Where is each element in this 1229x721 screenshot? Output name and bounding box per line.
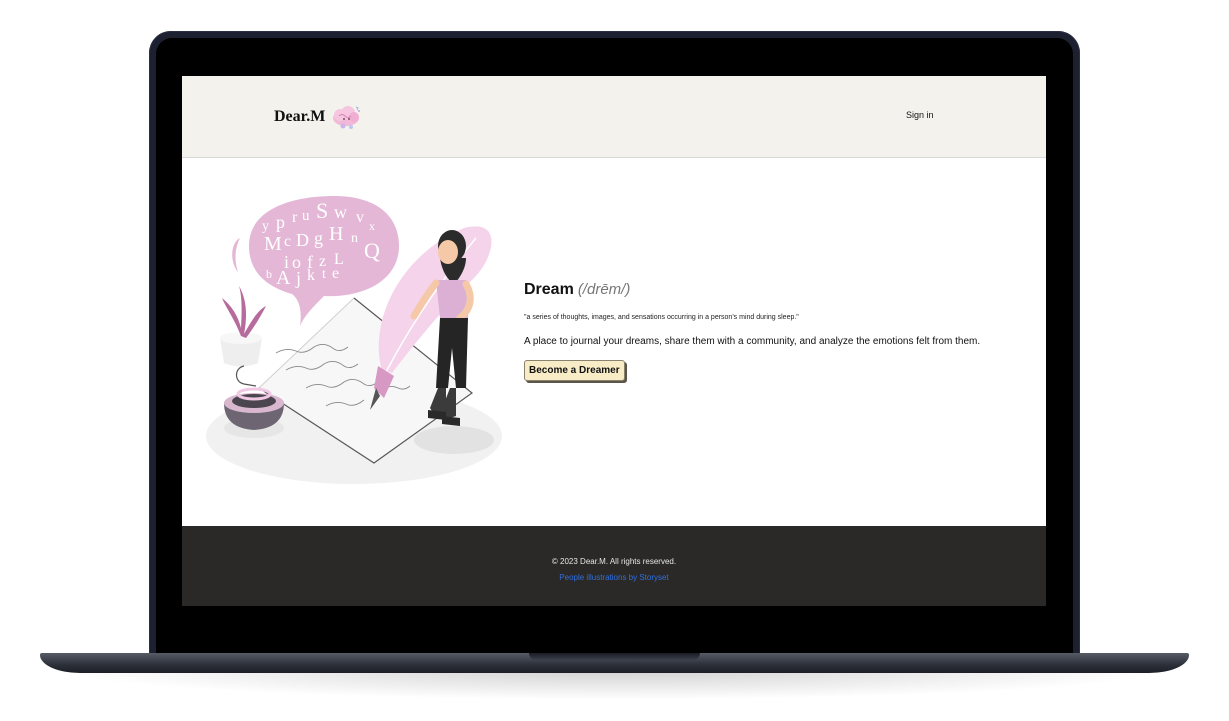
svg-text:g: g — [314, 228, 323, 248]
svg-text:H: H — [329, 223, 343, 245]
svg-text:w: w — [334, 202, 347, 222]
hero-section: Dream (/drēm/) "a series of thoughts, ima… — [524, 281, 1034, 381]
svg-text:Q: Q — [364, 238, 380, 263]
svg-text:t: t — [322, 267, 326, 282]
dream-definition: "a series of thoughts, images, and sensa… — [524, 314, 799, 321]
svg-text:n: n — [351, 231, 358, 246]
svg-text:p: p — [276, 212, 285, 232]
woman-writing-journal-illustration: y p r u S w v x M c D g H n Q i o f z L … — [206, 196, 502, 484]
copyright-text: © 2023 Dear.M. All rights reserved. — [551, 557, 677, 566]
site-header: Dear.M Sign in — [182, 76, 1046, 158]
storyset-credit-link[interactable]: People illustrations by Storyset — [182, 573, 1046, 582]
become-a-dreamer-button[interactable]: Become a Dreamer — [524, 360, 625, 381]
hero-title-word: Dream — [524, 281, 574, 298]
svg-text:S: S — [316, 198, 328, 223]
hero-pronunciation: (/drēm/) — [577, 281, 631, 298]
svg-text:A: A — [276, 267, 291, 289]
cloud-brain-icon — [333, 106, 361, 129]
hero-tagline: A place to journal your dreams, share th… — [524, 336, 981, 347]
svg-text:c: c — [284, 233, 291, 250]
svg-text:u: u — [302, 208, 310, 224]
laptop-hinge-notch — [529, 653, 700, 660]
laptop-screen: Dear.M Sign in y p r u S w v x M c D g H… — [182, 76, 1046, 606]
svg-text:y: y — [262, 219, 269, 234]
svg-text:v: v — [356, 209, 364, 226]
svg-text:x: x — [369, 219, 375, 233]
site-footer: © 2023 Dear.M. All rights reserved. Peop… — [182, 526, 1046, 606]
svg-text:b: b — [266, 267, 272, 281]
svg-text:M: M — [264, 233, 282, 255]
svg-text:e: e — [332, 265, 339, 282]
svg-text:D: D — [296, 230, 309, 250]
svg-text:k: k — [307, 267, 315, 284]
brand-logo[interactable]: Dear.M — [274, 104, 363, 130]
svg-text:r: r — [292, 209, 298, 226]
hero-title: Dream (/drēm/) — [524, 281, 1034, 299]
brand-name: Dear.M — [274, 108, 326, 125]
svg-text:j: j — [295, 268, 301, 288]
sign-in-link[interactable]: Sign in — [906, 110, 934, 120]
